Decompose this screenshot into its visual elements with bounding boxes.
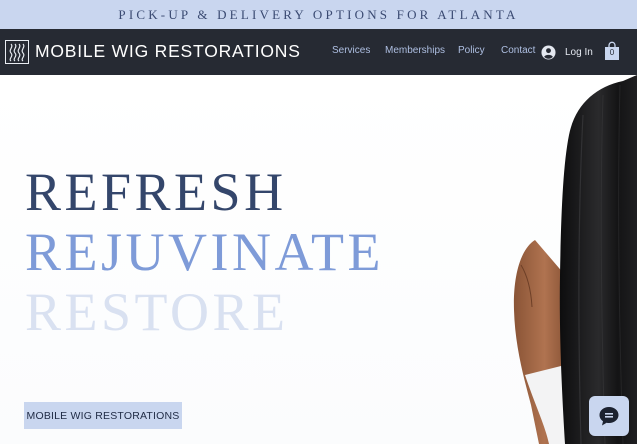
nav-item-memberships[interactable]: Memberships: [385, 45, 445, 56]
cart-button[interactable]: 0: [604, 41, 620, 61]
login-button[interactable]: Log In: [541, 43, 593, 61]
hero-line-refresh: REFRESH: [25, 162, 287, 222]
chat-icon: [599, 407, 619, 426]
nav-item-contact[interactable]: Contact: [501, 45, 535, 56]
nav-item-policy[interactable]: Policy: [458, 45, 485, 56]
cart-count: 0: [609, 48, 615, 57]
site-header: MOBILE WIG RESTORATIONS Services Members…: [0, 29, 637, 75]
hero-line-restore: RESTORE: [25, 282, 289, 342]
announcement-text: PICK-UP & DELIVERY OPTIONS FOR ATLANTA: [118, 6, 519, 22]
hero-line-rejuvinate: REJUVINATE: [25, 222, 384, 282]
model-hair-image: [513, 75, 637, 444]
nav-item-services[interactable]: Services: [332, 45, 370, 56]
login-label: Log In: [565, 46, 593, 58]
announcement-bar: PICK-UP & DELIVERY OPTIONS FOR ATLANTA: [0, 0, 637, 29]
wave-logo-icon[interactable]: [5, 40, 29, 64]
hero-cta-button[interactable]: MOBILE WIG RESTORATIONS: [24, 402, 182, 429]
brand-name[interactable]: MOBILE WIG RESTORATIONS: [35, 41, 301, 62]
account-icon: [541, 44, 556, 60]
chat-button[interactable]: [589, 396, 629, 436]
hero-section: REFRESH REJUVINATE RESTORE MOBILE WIG RE…: [0, 75, 637, 444]
